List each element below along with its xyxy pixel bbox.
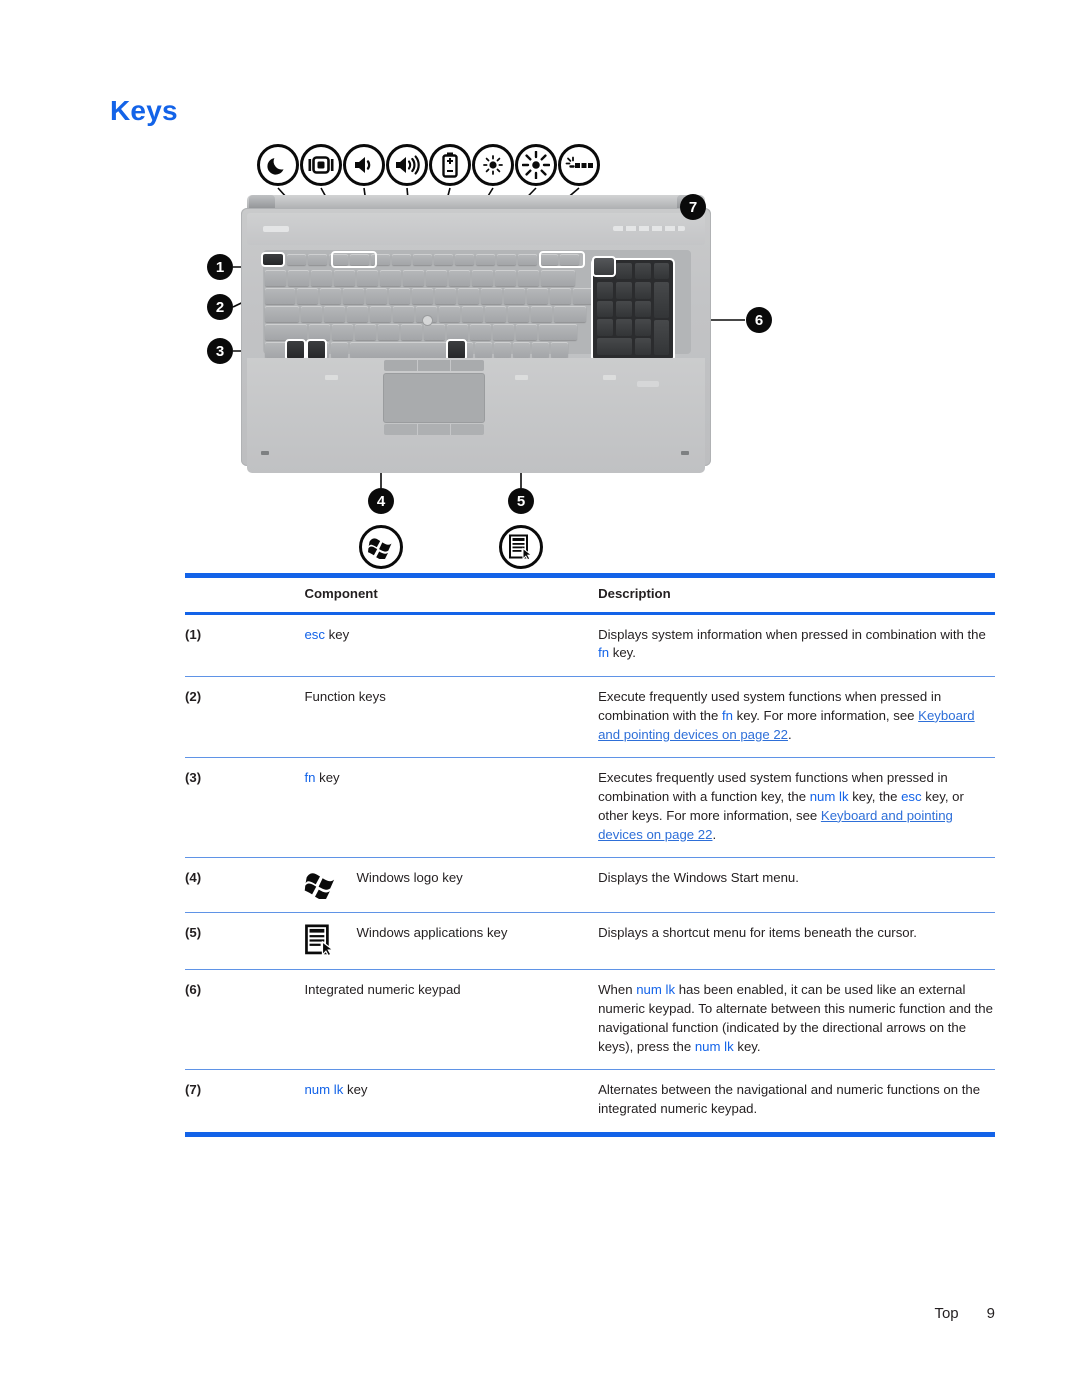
touchpad [384, 374, 484, 422]
latch-right [603, 375, 616, 380]
windows-applications-icon [499, 525, 543, 569]
latch-left [325, 375, 338, 380]
latch-center [515, 375, 528, 380]
row-component: fn key [304, 757, 599, 859]
table-row: (1) esc key Displays system information … [185, 613, 995, 678]
power-button [263, 226, 289, 232]
num-lk-key-highlight [592, 256, 616, 277]
integrated-numeric-keypad-highlight [591, 258, 675, 362]
component-keyword: fn [304, 770, 316, 786]
function-keys-highlight-b [539, 251, 585, 268]
component-text: key [343, 1082, 368, 1098]
row-description: Displays the Windows Start menu. [598, 857, 995, 914]
row-description: Executes frequently used system function… [598, 757, 995, 859]
row-component: Integrated numeric keypad [304, 969, 599, 1071]
table-header-row: Component Description [185, 578, 995, 615]
laptop-base [241, 208, 711, 473]
component-keyword: esc [304, 626, 325, 642]
row-component: Function keys [304, 676, 599, 759]
table-row: (7) num lk key Alternates between the na… [185, 1069, 995, 1137]
pointing-stick [423, 316, 432, 325]
row-component: num lk key [304, 1069, 599, 1137]
callout-6: 6 [746, 307, 772, 333]
row-number: (2) [185, 676, 305, 759]
row-description: Displays system information when pressed… [598, 613, 995, 678]
page-title: Keys [110, 95, 178, 126]
windows-applications-icon [304, 924, 346, 957]
footer-section-label: Top [934, 1305, 959, 1322]
component-text: key [315, 770, 340, 786]
callout-2: 2 [207, 294, 233, 320]
component-text: Function keys [304, 689, 386, 705]
fn-key-highlight [285, 339, 306, 361]
component-text: Integrated numeric keypad [304, 982, 461, 998]
row-number: (1) [185, 613, 305, 678]
windows-logo-icon [304, 869, 346, 900]
windows-logo-key-highlight [306, 339, 327, 361]
speaker-grille [613, 226, 685, 231]
row-component: Windows logo key [304, 857, 599, 914]
row-description: When num lk has been enabled, it can be … [598, 969, 995, 1071]
windows-logo-icon [359, 525, 403, 569]
row-number: (3) [185, 757, 305, 859]
callout-1: 1 [207, 254, 233, 280]
row-description: Execute frequently used system functions… [598, 676, 995, 759]
callout-4: 4 [368, 488, 394, 514]
table-row: (4) Windows logo key Displays the Window… [185, 857, 995, 914]
row-component: esc key [304, 613, 599, 678]
function-key-row [287, 254, 579, 265]
touchpad-buttons-bottom [384, 424, 484, 435]
table-row: (3) fn key Executes frequently used syst… [185, 757, 995, 859]
table-row: (2) Function keys Execute frequently use… [185, 676, 995, 759]
table-row: (5) Windows applications key Displays a … [185, 912, 995, 971]
table-row: (6) Integrated numeric keypad When num l… [185, 969, 995, 1071]
row-number: (5) [185, 912, 305, 971]
function-keys-highlight-a [331, 251, 377, 268]
row-description: Displays a shortcut menu for items benea… [598, 912, 995, 971]
footer-page-number: 9 [986, 1305, 995, 1322]
callout-5: 5 [508, 488, 534, 514]
touchpad-buttons-top [384, 360, 484, 371]
foot-right [681, 451, 689, 455]
foot-left [261, 451, 269, 455]
component-text: Windows applications key [356, 925, 508, 941]
number-key-row [265, 270, 575, 286]
callout-7: 7 [680, 194, 706, 220]
component-keyword: num lk [304, 1082, 344, 1098]
esc-key-highlight [261, 252, 285, 267]
component-text: key [325, 626, 350, 642]
header-spacer [185, 578, 305, 615]
row-component: Windows applications key [304, 912, 599, 971]
laptop-figure: 1 2 3 4 5 6 7 [185, 140, 995, 569]
header-description: Description [598, 578, 995, 615]
page-footer: Top 9 [0, 1305, 1080, 1322]
row-description: Alternates between the navigational and … [598, 1069, 995, 1137]
laptop-illustration [241, 195, 711, 480]
row-number: (7) [185, 1069, 305, 1137]
callout-3: 3 [207, 338, 233, 364]
components-table: Component Description (1) esc key Displa… [185, 573, 995, 1137]
header-component: Component [304, 578, 599, 615]
row-number: (6) [185, 969, 305, 1071]
row-number: (4) [185, 857, 305, 914]
qwerty-key-row [265, 288, 594, 304]
fingerprint-reader [637, 381, 659, 387]
windows-applications-key-highlight [446, 339, 467, 361]
shift-key-row [265, 324, 577, 340]
component-text: Windows logo key [356, 870, 463, 886]
